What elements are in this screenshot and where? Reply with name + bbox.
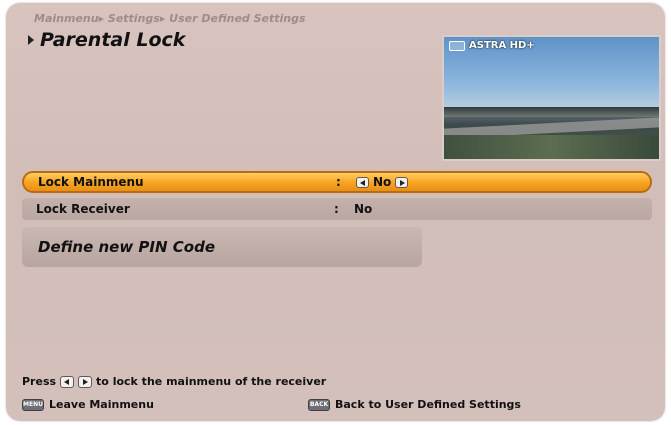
breadcrumb: Mainmenu▸ Settings▸ User Defined Setting… <box>34 12 306 25</box>
back-key-icon: BACK <box>308 398 330 411</box>
channel-badge: ASTRA HD+ <box>449 40 535 51</box>
title-pointer-icon <box>28 35 34 45</box>
preview-horizon <box>444 107 659 117</box>
help-text: Press to lock the mainmenu of the receiv… <box>22 375 326 388</box>
arrow-right-icon[interactable] <box>395 176 409 188</box>
setting-colon: : <box>334 202 339 216</box>
setting-row-lock-mainmenu[interactable]: Lock Mainmenu : No <box>22 171 652 193</box>
page-title: Parental Lock <box>40 29 186 51</box>
leave-mainmenu-hint[interactable]: MENU Leave Mainmenu <box>22 398 154 411</box>
arrow-left-icon <box>60 375 75 388</box>
help-suffix: to lock the mainmenu of the receiver <box>96 375 327 388</box>
title-row: Parental Lock <box>28 29 185 51</box>
arrow-left-icon[interactable] <box>356 176 369 188</box>
define-pin-button[interactable]: Define new PIN Code <box>22 227 422 267</box>
setting-row-lock-receiver[interactable]: Lock Receiver : No <box>22 198 652 220</box>
help-prefix: Press <box>22 375 57 388</box>
menu-key-icon: MENU <box>22 398 44 411</box>
setting-value: No <box>373 175 392 189</box>
tv-osd-screen: Mainmenu▸ Settings▸ User Defined Setting… <box>6 3 665 421</box>
setting-value: No <box>354 202 372 216</box>
setting-value-text: No <box>354 202 373 216</box>
leave-mainmenu-label: Leave Mainmenu <box>49 398 154 411</box>
back-label: Back to User Defined Settings <box>335 398 521 411</box>
back-hint[interactable]: BACK Back to User Defined Settings <box>308 398 521 411</box>
channel-name: ASTRA HD+ <box>469 40 535 51</box>
setting-value-selector[interactable]: No <box>356 175 409 189</box>
setting-colon: : <box>336 175 341 189</box>
arrow-right-icon <box>78 375 93 388</box>
setting-label: Lock Mainmenu <box>38 175 144 189</box>
hd-icon <box>449 40 465 51</box>
preview-grass <box>444 135 659 159</box>
live-tv-preview: ASTRA HD+ <box>442 35 661 161</box>
setting-label: Lock Receiver <box>36 202 130 216</box>
